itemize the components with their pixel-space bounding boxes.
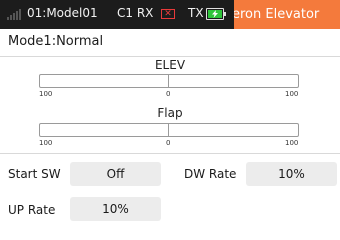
model-name[interactable]: 01:Model01 [27, 6, 98, 20]
flap-bar-label: Flap [157, 106, 183, 120]
flap-bar-center [168, 124, 169, 136]
page-title: eron Elevator [234, 0, 340, 29]
rx-label: C1 RX [117, 6, 154, 20]
up-rate-label: UP Rate [8, 203, 56, 217]
signal-icon [7, 9, 21, 20]
flight-mode-label: Mode1:Normal [8, 34, 104, 49]
elev-bar [39, 74, 299, 88]
elev-tick-center: 0 [166, 90, 171, 98]
rx-disconnected-icon: ✕ [161, 9, 175, 19]
flap-tick-center: 0 [166, 139, 171, 147]
divider [0, 56, 340, 57]
start-sw-label: Start SW [8, 167, 61, 181]
dw-rate-value[interactable]: 10% [246, 162, 337, 186]
elev-bar-center [168, 75, 169, 87]
tx-label: TX [188, 6, 204, 20]
start-sw-value[interactable]: Off [70, 162, 161, 186]
elev-bar-label: ELEV [154, 58, 186, 72]
elev-tick-left: 100 [39, 90, 53, 98]
up-rate-value[interactable]: 10% [70, 197, 161, 221]
tx-battery-icon [206, 8, 226, 20]
elev-tick-right: 100 [285, 90, 299, 98]
dw-rate-label: DW Rate [184, 167, 237, 181]
page-title-text: eron Elevator [234, 7, 320, 22]
charging-bolt-icon [212, 10, 218, 18]
divider [0, 153, 340, 154]
flap-bar [39, 123, 299, 137]
status-bar: 01:Model01 C1 RX ✕ TX eron Elevator [0, 0, 340, 29]
flap-tick-left: 100 [39, 139, 53, 147]
flap-tick-right: 100 [285, 139, 299, 147]
